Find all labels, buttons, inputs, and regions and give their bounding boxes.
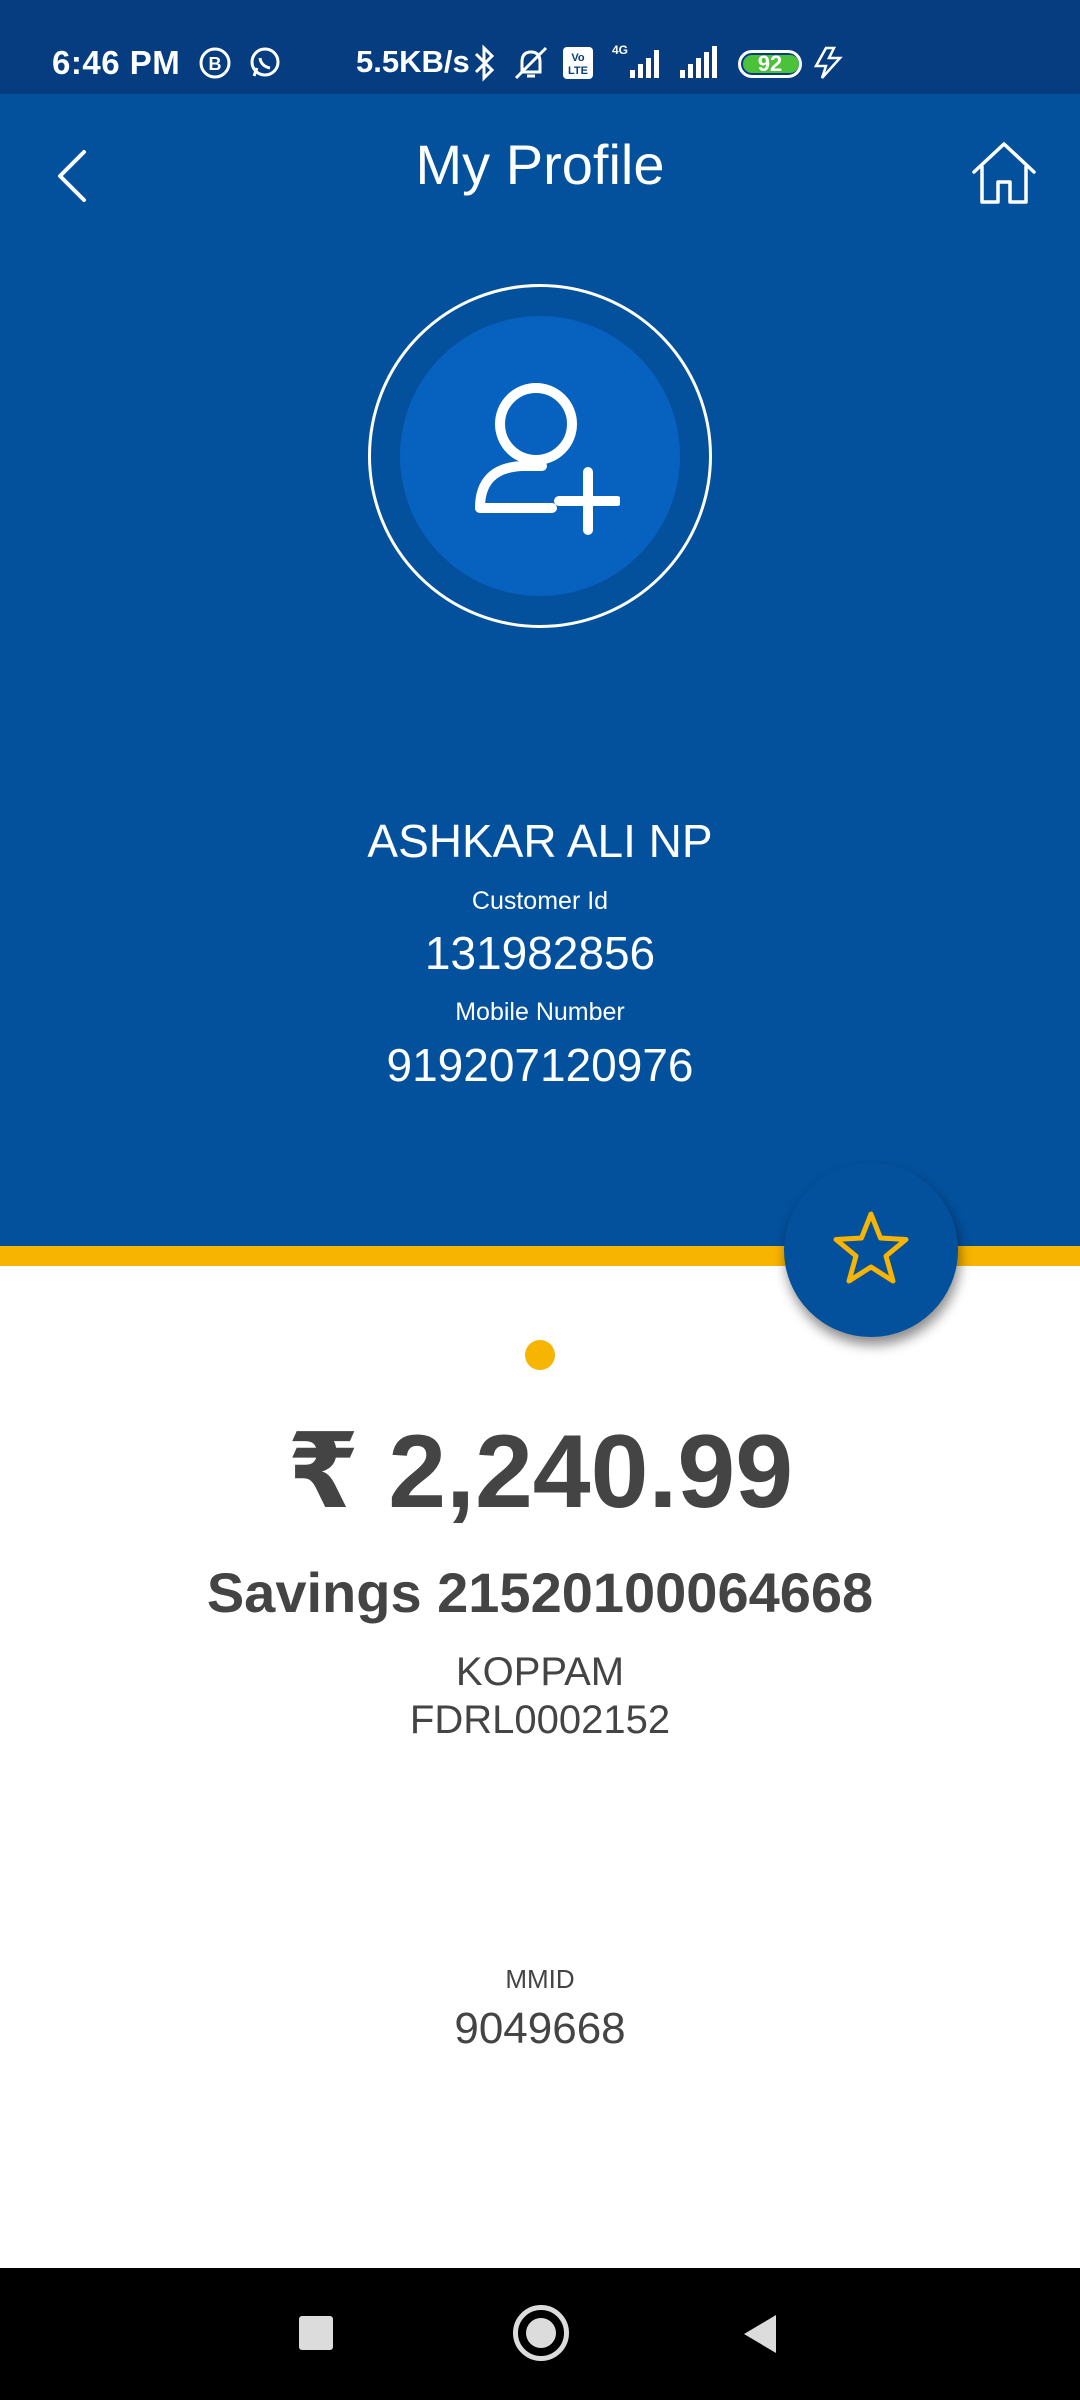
navigation-bar xyxy=(0,2268,1080,2400)
alarm-off-icon xyxy=(514,46,548,80)
ifsc-code: FDRL0002152 xyxy=(409,1698,671,1742)
home-icon xyxy=(972,142,1036,204)
customer-name: ASHKAR ALI NP xyxy=(367,815,713,867)
status-time: 6:46 PM xyxy=(52,44,181,81)
favorite-button[interactable] xyxy=(784,1163,958,1337)
account-balance: ₹ 2,240.99 xyxy=(286,1414,794,1530)
svg-text:4G: 4G xyxy=(612,43,628,57)
svg-text:LTE: LTE xyxy=(568,65,588,77)
network-speed: 5.5KB/s xyxy=(356,44,470,79)
account-name: Savings 21520100064668 xyxy=(206,1561,874,1624)
customer-id-value: 131982856 xyxy=(424,927,656,979)
svg-text:Vo: Vo xyxy=(571,52,585,64)
battery-level: 92 xyxy=(757,51,783,76)
recent-apps-button[interactable] xyxy=(299,2316,333,2350)
carousel-indicator-dot xyxy=(525,1340,555,1370)
battery-icon: 92 xyxy=(738,50,802,78)
volte-icon: Vo LTE xyxy=(563,47,593,79)
b-icon: B xyxy=(199,47,231,79)
mmid-label: MMID xyxy=(505,1964,575,1994)
home-button[interactable] xyxy=(968,138,1040,210)
avatar[interactable] xyxy=(368,284,712,628)
status-bar: 6:46 PM B 5.5KB/s Vo LTE 4G 92 xyxy=(0,0,1080,94)
mobile-number-value: 919207120976 xyxy=(386,1039,694,1091)
mmid-value: 9049668 xyxy=(454,2004,626,2053)
whatsapp-icon xyxy=(250,47,280,77)
svg-text:B: B xyxy=(209,54,222,74)
back-nav-button[interactable] xyxy=(742,2313,778,2355)
add-user-icon xyxy=(475,383,620,535)
home-nav-button[interactable] xyxy=(513,2305,569,2361)
profile-header: My Profile ASHKAR ALI NP Customer Id 131… xyxy=(0,94,1080,1246)
signal-4g-icon: 4G xyxy=(612,43,659,78)
bluetooth-icon xyxy=(474,44,495,82)
signal-icon xyxy=(680,46,717,78)
mobile-number-label: Mobile Number xyxy=(455,998,625,1026)
customer-id-label: Customer Id xyxy=(471,887,609,915)
branch-name: KOPPAM xyxy=(455,1650,625,1694)
page-title: My Profile xyxy=(415,133,665,196)
star-icon xyxy=(833,1211,909,1284)
charging-icon xyxy=(813,46,843,79)
avatar-circle xyxy=(400,316,680,596)
